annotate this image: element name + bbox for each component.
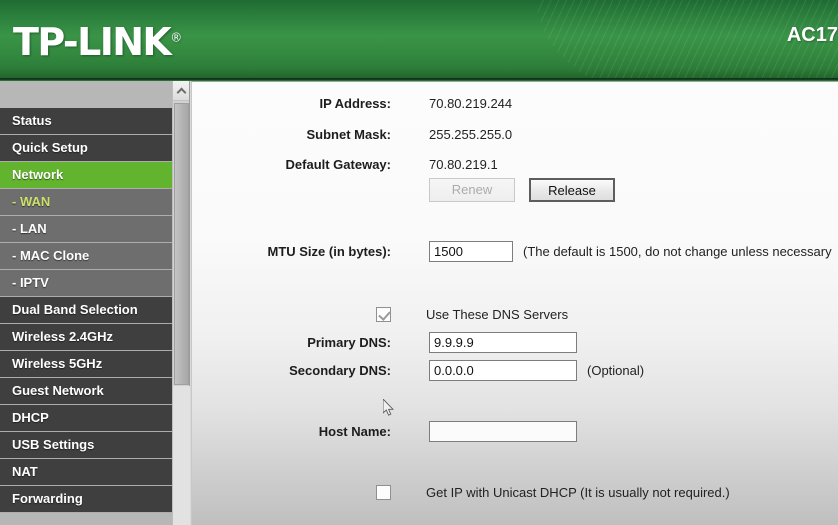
scrollbar-thumb[interactable]	[174, 103, 189, 385]
unicast-dhcp-row: Get IP with Unicast DHCP (It is usually …	[192, 481, 730, 503]
sidebar-scrollbar[interactable]	[172, 81, 190, 525]
unicast-dhcp-label: Get IP with Unicast DHCP (It is usually …	[426, 484, 730, 500]
tp-link-logo: TP-LINK®	[13, 20, 182, 64]
ip-address-value: 70.80.219.244	[429, 95, 513, 111]
default-gateway-value: 70.80.219.1	[429, 156, 498, 172]
mtu-size-hint: (The default is 1500, do not change unle…	[523, 243, 832, 259]
secondary-dns-label: Secondary DNS:	[289, 362, 391, 378]
secondary-dns-note: (Optional)	[587, 362, 645, 378]
chevron-up-icon	[176, 87, 186, 97]
sidebar-item-forwarding[interactable]: Forwarding	[0, 486, 172, 513]
scroll-up-button[interactable]	[173, 81, 189, 101]
router-admin-page: TP-LINK® AC17 Status Quick Setup Network - …	[0, 0, 838, 525]
unicast-dhcp-checkbox-cell	[192, 484, 391, 500]
sidebar-item-usb-settings[interactable]: USB Settings	[0, 432, 172, 459]
subnet-mask-label: Subnet Mask:	[306, 126, 391, 142]
sidebar-item-iptv[interactable]: - IPTV	[0, 270, 172, 297]
sidebar-item-guest-network[interactable]: Guest Network	[0, 378, 172, 405]
unicast-dhcp-checkbox[interactable]	[376, 484, 391, 500]
sidebar-item-nat[interactable]: NAT	[0, 459, 172, 486]
secondary-dns-row: Secondary DNS: (Optional)	[192, 359, 644, 381]
sidebar-item-dual-band-selection[interactable]: Dual Band Selection	[0, 297, 172, 324]
sidebar-item-quick-setup[interactable]: Quick Setup	[0, 135, 172, 162]
mtu-size-row: MTU Size (in bytes): (The default is 150…	[192, 240, 832, 262]
use-dns-checkbox-cell	[192, 306, 391, 322]
sidebar-item-wan[interactable]: - WAN	[0, 189, 172, 216]
mtu-size-input[interactable]	[429, 240, 513, 262]
brand-name: TP-LINK	[13, 20, 172, 64]
primary-dns-input[interactable]	[429, 331, 577, 353]
sidebar-item-wireless-5ghz[interactable]: Wireless 5GHz	[0, 351, 172, 378]
scrollbar-track[interactable]	[173, 386, 190, 525]
ip-address-label: IP Address:	[319, 95, 391, 111]
subnet-mask-row: Subnet Mask: 255.255.255.0	[192, 123, 512, 145]
primary-dns-row: Primary DNS:	[192, 331, 577, 353]
primary-dns-label: Primary DNS:	[307, 334, 391, 350]
ip-address-row: IP Address: 70.80.219.244	[192, 92, 512, 114]
page-header: TP-LINK® AC17	[0, 0, 838, 78]
sidebar-item-wireless-2-4ghz[interactable]: Wireless 2.4GHz	[0, 324, 172, 351]
use-dns-checkbox[interactable]	[376, 306, 391, 322]
host-name-label: Host Name:	[318, 423, 391, 439]
sidebar-item-status[interactable]: Status	[0, 108, 172, 135]
renew-button[interactable]: Renew	[429, 178, 515, 202]
release-button[interactable]: Release	[529, 178, 615, 202]
secondary-dns-input[interactable]	[429, 359, 577, 381]
sidebar-menu: Status Quick Setup Network - WAN - LAN - MAC …	[0, 81, 172, 525]
sidebar-item-mac-clone[interactable]: - MAC Clone	[0, 243, 172, 270]
wan-settings-panel: IP Address: 70.80.219.244 Subnet Mask: 2…	[191, 81, 838, 525]
dhcp-action-row: Renew Release	[192, 178, 615, 202]
subnet-mask-value: 255.255.255.0	[429, 126, 513, 142]
sidebar-item-network[interactable]: Network	[0, 162, 172, 189]
default-gateway-row: Default Gateway: 70.80.219.1	[192, 153, 498, 175]
sidebar-item-lan[interactable]: - LAN	[0, 216, 172, 243]
host-name-input[interactable]	[429, 420, 577, 442]
mtu-size-label: MTU Size (in bytes):	[267, 243, 391, 259]
use-dns-row: Use These DNS Servers	[192, 303, 568, 325]
use-dns-label: Use These DNS Servers	[426, 306, 569, 322]
sidebar-item-dhcp[interactable]: DHCP	[0, 405, 172, 432]
default-gateway-label: Default Gateway:	[285, 156, 391, 172]
registered-trademark-icon: ®	[170, 30, 183, 45]
model-name: AC17	[786, 24, 838, 46]
host-name-row: Host Name:	[192, 420, 577, 442]
